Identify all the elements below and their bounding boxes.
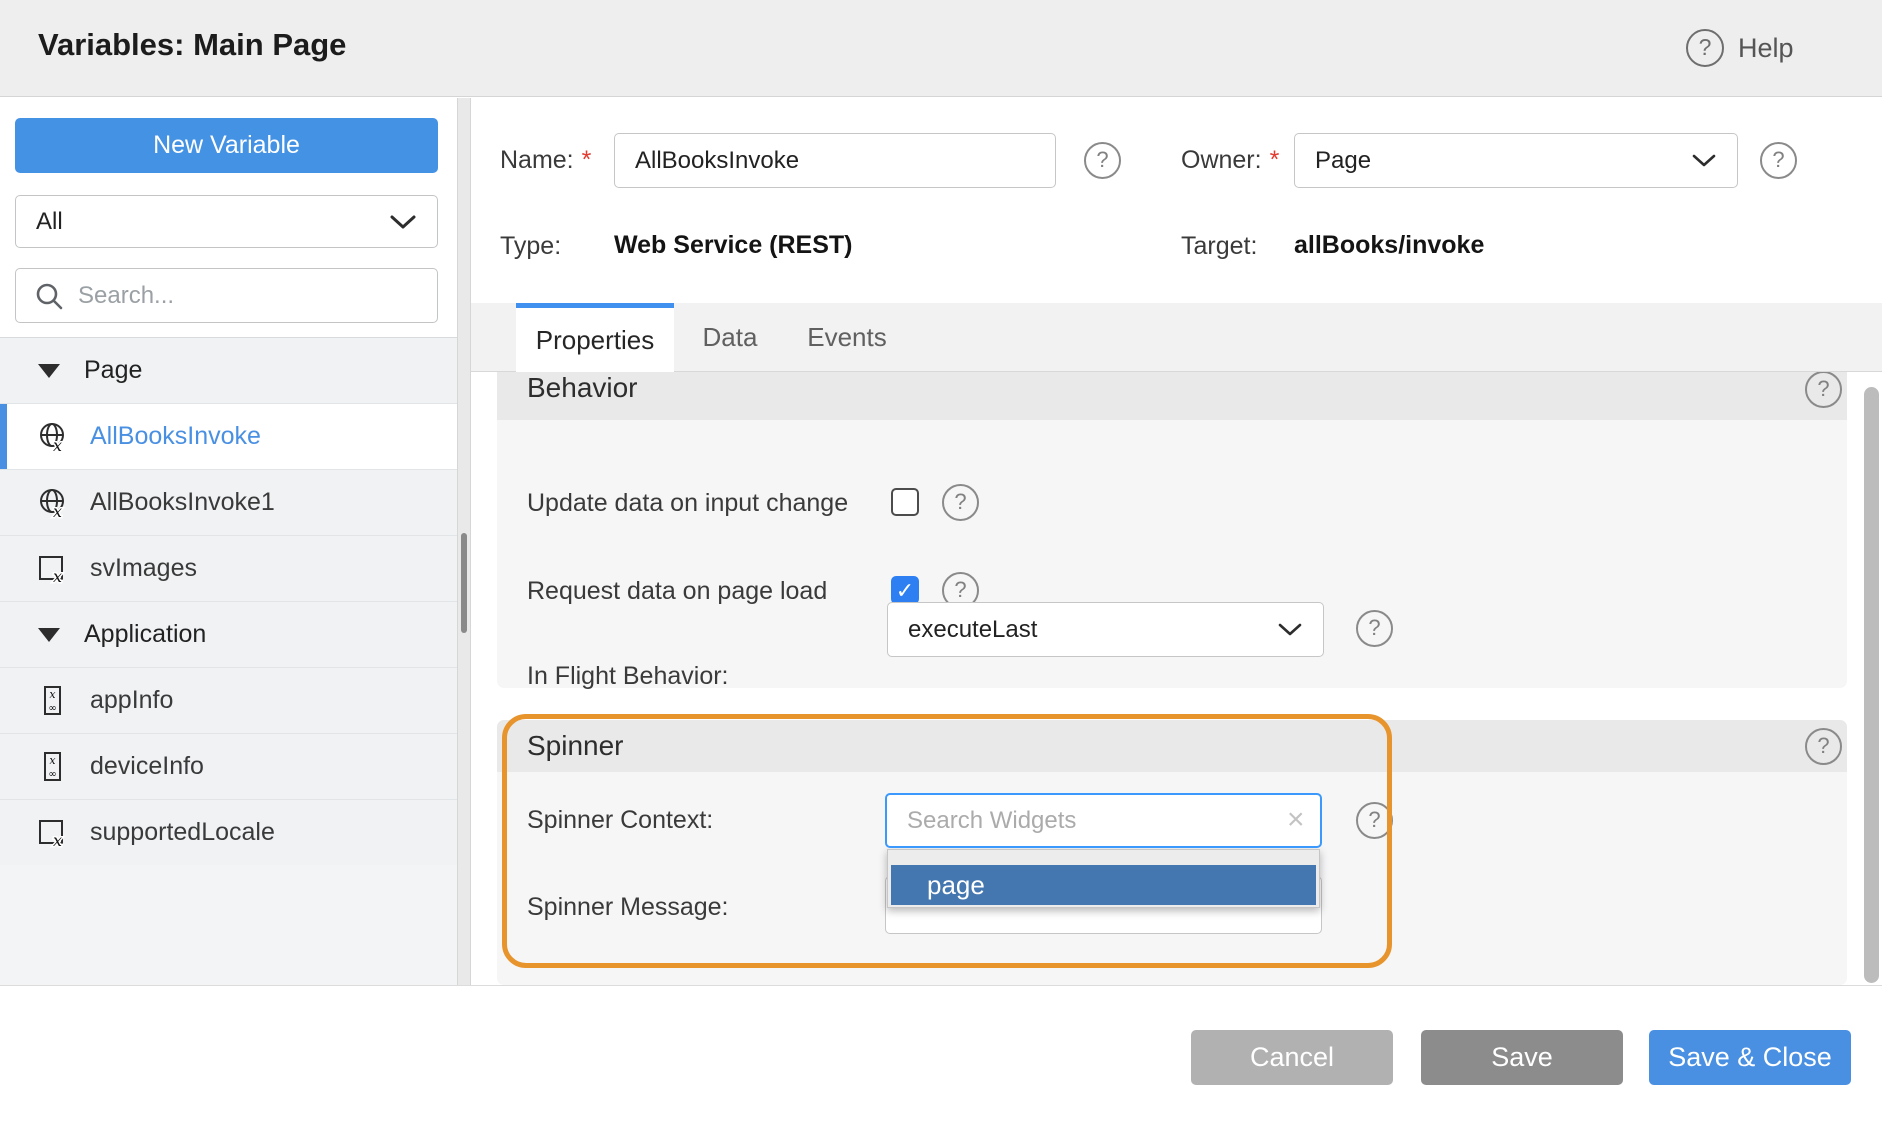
chevron-down-icon (1277, 622, 1303, 637)
spinner-context-label: Spinner Context: (527, 806, 713, 835)
tree-item-label: deviceInfo (90, 752, 204, 781)
search-icon (34, 281, 64, 311)
required-asterisk: * (582, 146, 592, 174)
owner-help-icon[interactable]: ? (1760, 142, 1797, 179)
spinner-help-icon[interactable]: ? (1805, 728, 1842, 765)
update-data-label: Update data on input change (527, 489, 848, 518)
sidebar-scrollbar-thumb[interactable] (461, 533, 467, 633)
model-variable-icon: x (36, 816, 70, 850)
spinner-context-input[interactable] (885, 793, 1322, 848)
spinner-section-body: Spinner Context: × ? page Spinner Messag… (497, 772, 1847, 985)
svg-text:∞: ∞ (48, 703, 56, 714)
name-input[interactable] (614, 133, 1056, 188)
web-service-variable-icon: x (36, 486, 70, 520)
tree-item-label: svImages (90, 554, 197, 583)
svg-text:x: x (53, 831, 62, 850)
tree-item-deviceinfo[interactable]: x∞ deviceInfo (0, 734, 457, 800)
variable-filter-select[interactable]: All (15, 195, 438, 248)
update-data-checkbox[interactable] (891, 488, 919, 516)
widget-dropdown: page (887, 849, 1320, 908)
owner-label: Owner:* (1181, 146, 1279, 175)
owner-select[interactable]: Page (1294, 133, 1738, 188)
svg-text:x: x (53, 567, 62, 586)
cancel-button[interactable]: Cancel (1191, 1030, 1393, 1085)
behavior-section-header: Behavior (497, 372, 1847, 420)
svg-text:∞: ∞ (48, 769, 56, 780)
update-data-help-icon[interactable]: ? (942, 484, 979, 521)
owner-selected-value: Page (1315, 147, 1371, 175)
svg-text:x: x (49, 688, 56, 701)
tree-group-page[interactable]: Page (0, 338, 457, 404)
page-title: Variables: Main Page (38, 27, 346, 63)
type-value: Web Service (REST) (614, 231, 853, 260)
tree-item-supportedlocale[interactable]: x supportedLocale (0, 800, 457, 866)
in-flight-help-icon[interactable]: ? (1356, 610, 1393, 647)
tree-group-label: Page (84, 356, 142, 385)
tab-properties[interactable]: Properties (516, 303, 674, 373)
tab-strip: Properties Data Events (471, 303, 1882, 372)
spinner-section-header: Spinner (497, 720, 1847, 772)
spinner-context-help-icon[interactable]: ? (1356, 802, 1393, 839)
name-label: Name:* (500, 146, 591, 175)
type-label: Type: (500, 232, 561, 261)
tree-item-label: AllBooksInvoke (90, 422, 261, 451)
in-flight-behavior-label: In Flight Behavior: (527, 662, 729, 691)
tree-item-label: appInfo (90, 686, 173, 715)
request-data-label: Request data on page load (527, 577, 827, 606)
variable-search[interactable] (15, 268, 438, 323)
search-input[interactable] (78, 282, 419, 310)
svg-text:x: x (49, 754, 56, 767)
properties-panel: Behavior ? Update data on input change ?… (471, 372, 1882, 985)
tab-events[interactable]: Events (786, 303, 908, 372)
tree-item-allbooksinvoke[interactable]: x AllBooksInvoke (0, 404, 457, 470)
tree-group-label: Application (84, 620, 206, 649)
main-scrollbar-thumb[interactable] (1864, 387, 1879, 983)
variables-sidebar: New Variable All Page x A (0, 98, 457, 985)
svg-text:x: x (53, 502, 62, 520)
svg-text:x: x (53, 436, 62, 454)
behavior-section-title: Behavior (527, 372, 638, 404)
static-variable-icon: x∞ (36, 684, 70, 718)
target-value: allBooks/invoke (1294, 231, 1484, 260)
behavior-help-icon[interactable]: ? (1805, 372, 1842, 408)
dialog-header: Variables: Main Page ? Help (0, 0, 1882, 97)
behavior-section-body: Update data on input change ? Request da… (497, 420, 1847, 688)
tree-item-svimages[interactable]: x svImages (0, 536, 457, 602)
request-data-checkbox[interactable]: ✓ (891, 576, 919, 604)
save-and-close-button[interactable]: Save & Close (1649, 1030, 1851, 1085)
web-service-variable-icon: x (36, 420, 70, 454)
dialog-footer: Cancel Save Save & Close (0, 986, 1882, 1124)
filter-selected-value: All (36, 208, 63, 236)
variables-dialog: Variables: Main Page ? Help New Variable… (0, 0, 1882, 1124)
dropdown-option-page[interactable]: page (891, 865, 1316, 905)
clear-icon[interactable]: × (1287, 805, 1305, 835)
model-variable-icon: x (36, 552, 70, 586)
new-variable-button[interactable]: New Variable (15, 118, 438, 173)
tree-item-label: AllBooksInvoke1 (90, 488, 275, 517)
name-help-icon[interactable]: ? (1084, 142, 1121, 179)
chevron-down-icon (1691, 153, 1717, 168)
help-label: Help (1738, 33, 1794, 64)
sidebar-empty-area (0, 865, 457, 985)
help-button[interactable]: ? Help (1686, 29, 1794, 67)
target-label: Target: (1181, 232, 1257, 261)
tree-group-application[interactable]: Application (0, 602, 457, 668)
help-icon[interactable]: ? (1686, 29, 1724, 67)
in-flight-selected-value: executeLast (908, 616, 1037, 644)
spinner-section-title: Spinner (527, 730, 624, 762)
save-button[interactable]: Save (1421, 1030, 1623, 1085)
variables-tree: Page x AllBooksInvoke x AllBooksInvoke1 … (0, 337, 457, 866)
in-flight-behavior-select[interactable]: executeLast (887, 602, 1324, 657)
static-variable-icon: x∞ (36, 750, 70, 784)
chevron-down-icon (389, 214, 417, 230)
tree-item-label: supportedLocale (90, 818, 275, 847)
tree-item-appinfo[interactable]: x∞ appInfo (0, 668, 457, 734)
spinner-message-label: Spinner Message: (527, 893, 729, 922)
collapse-triangle-icon[interactable] (38, 364, 60, 378)
tab-data[interactable]: Data (674, 303, 786, 372)
collapse-triangle-icon[interactable] (38, 628, 60, 642)
required-asterisk: * (1270, 146, 1280, 174)
tree-item-allbooksinvoke1[interactable]: x AllBooksInvoke1 (0, 470, 457, 536)
